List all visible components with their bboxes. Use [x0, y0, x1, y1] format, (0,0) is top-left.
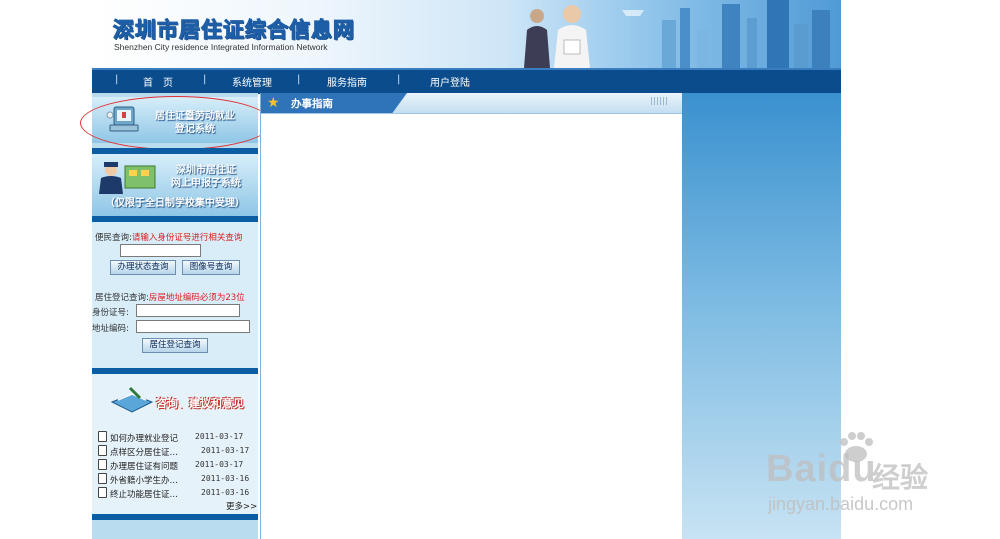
query-panel: 便民查询:请输入身份证号进行相关查询 办理状态查询 图像号查询 居住登记查询:房… [92, 222, 258, 368]
residence-registration-query-button[interactable]: 居住登记查询 [142, 338, 208, 353]
document-icon [98, 431, 107, 442]
list-item[interactable]: 办理居住证有问题 [98, 459, 178, 472]
convenience-query-label: 便民查询:请输入身份证号进行相关查询 [95, 231, 242, 243]
book-icon [110, 386, 154, 413]
watermark-brand: Bai [766, 448, 829, 490]
news-date: 2011-03-17 [195, 460, 244, 469]
address-code-label: 地址编码: [92, 324, 129, 334]
nav-separator: | [203, 74, 207, 85]
news-date: 2011-03-16 [201, 488, 250, 497]
more-link[interactable]: 更多>> [226, 500, 257, 512]
police-officer-icon [99, 162, 156, 194]
sidebar-divider [92, 514, 258, 520]
left-sidebar: 居住证暨劳动就业 登记系统 深圳市居住证 网上申报子系统 （仅限于全日制学校集中… [80, 93, 272, 539]
document-icon [98, 473, 107, 484]
document-icon [98, 459, 107, 470]
nav-item-service-guide[interactable]: 服务指南 [327, 74, 367, 89]
address-code-field[interactable] [136, 320, 250, 333]
nav-item-user-login[interactable]: 用户登陆 [430, 74, 470, 89]
feedback-title: 咨询、建议和意见 [156, 397, 244, 410]
main-content: ★ 办事指南 [260, 93, 683, 539]
residence-query-title: 居住登记查询: [95, 293, 149, 303]
top-nav: | 首 页 | 系统管理 | 服务指南 | 用户登陆 [92, 68, 841, 94]
id-number-search-input[interactable] [120, 244, 201, 257]
id-number-field[interactable] [136, 304, 240, 317]
status-query-button[interactable]: 办理状态查询 [110, 260, 176, 275]
news-title[interactable]: 办理居住证有问题 [110, 462, 178, 472]
watermark-url: jingyan.baidu.com [768, 494, 914, 514]
content-title: 办事指南 [291, 98, 333, 110]
residence-query-hint: 房屋地址编码必须为23位 [148, 293, 245, 303]
document-icon [98, 487, 107, 498]
city-skyline-image [524, 0, 830, 68]
nav-separator: | [115, 74, 119, 85]
document-icon [98, 445, 107, 456]
news-date: 2011-03-16 [201, 474, 250, 483]
news-date: 2011-03-17 [201, 446, 250, 455]
news-title[interactable]: 点样区分居住证… [110, 448, 178, 458]
news-title[interactable]: 终止功能居住证… [110, 490, 178, 500]
nav-item-system-management[interactable]: 系统管理 [232, 74, 272, 89]
news-title[interactable]: 外省籍小学生办… [110, 476, 178, 486]
feedback-panel: 咨询、建议和意见 如何办理就业登记 2011-03-17 点样区分居住证… 20… [92, 374, 258, 514]
watermark-cn: 经验 [872, 461, 929, 494]
convenience-query-hint: 请输入身份证号进行相关查询 [131, 233, 243, 243]
page: 深圳市居住证综合信息网 Shenzhen City residence Inte… [80, 0, 841, 539]
list-item[interactable]: 如何办理就业登记 [98, 431, 178, 444]
paw-icon [840, 432, 873, 462]
highlight-oval [80, 96, 272, 150]
residence-query-label: 居住登记查询:房屋地址编码必须为23位 [95, 291, 245, 303]
online-declaration-system-link[interactable]: 深圳市居住证 网上申报子系统 （仅限于全日制学校集中受理） [92, 154, 258, 216]
list-item[interactable]: 外省籍小学生办… [98, 473, 178, 486]
content-header: ★ 办事指南 [261, 93, 682, 114]
star-icon: ★ [267, 95, 280, 111]
grip-icon [651, 97, 669, 105]
site-title: 深圳市居住证综合信息网 [113, 17, 355, 43]
convenience-query-title: 便民查询: [95, 233, 132, 243]
id-number-label: 身份证号: [92, 308, 129, 318]
site-subtitle: Shenzhen City residence Integrated Infor… [114, 42, 328, 52]
panel2-line2: 网上申报子系统 [171, 178, 241, 189]
nav-separator: | [397, 74, 401, 85]
content-header-tab [261, 93, 407, 113]
list-item[interactable]: 点样区分居住证… [98, 445, 178, 458]
news-date: 2011-03-17 [195, 432, 244, 441]
list-item[interactable]: 终止功能居住证… [98, 487, 178, 500]
image-number-query-button[interactable]: 图像号查询 [182, 260, 240, 275]
panel2-line3: （仅限于全日制学校集中受理） [105, 198, 245, 209]
news-title[interactable]: 如何办理就业登记 [110, 434, 178, 444]
header-banner: 深圳市居住证综合信息网 Shenzhen City residence Inte… [92, 0, 841, 68]
nav-separator: | [297, 74, 301, 85]
nav-item-home[interactable]: 首 页 [143, 74, 173, 89]
